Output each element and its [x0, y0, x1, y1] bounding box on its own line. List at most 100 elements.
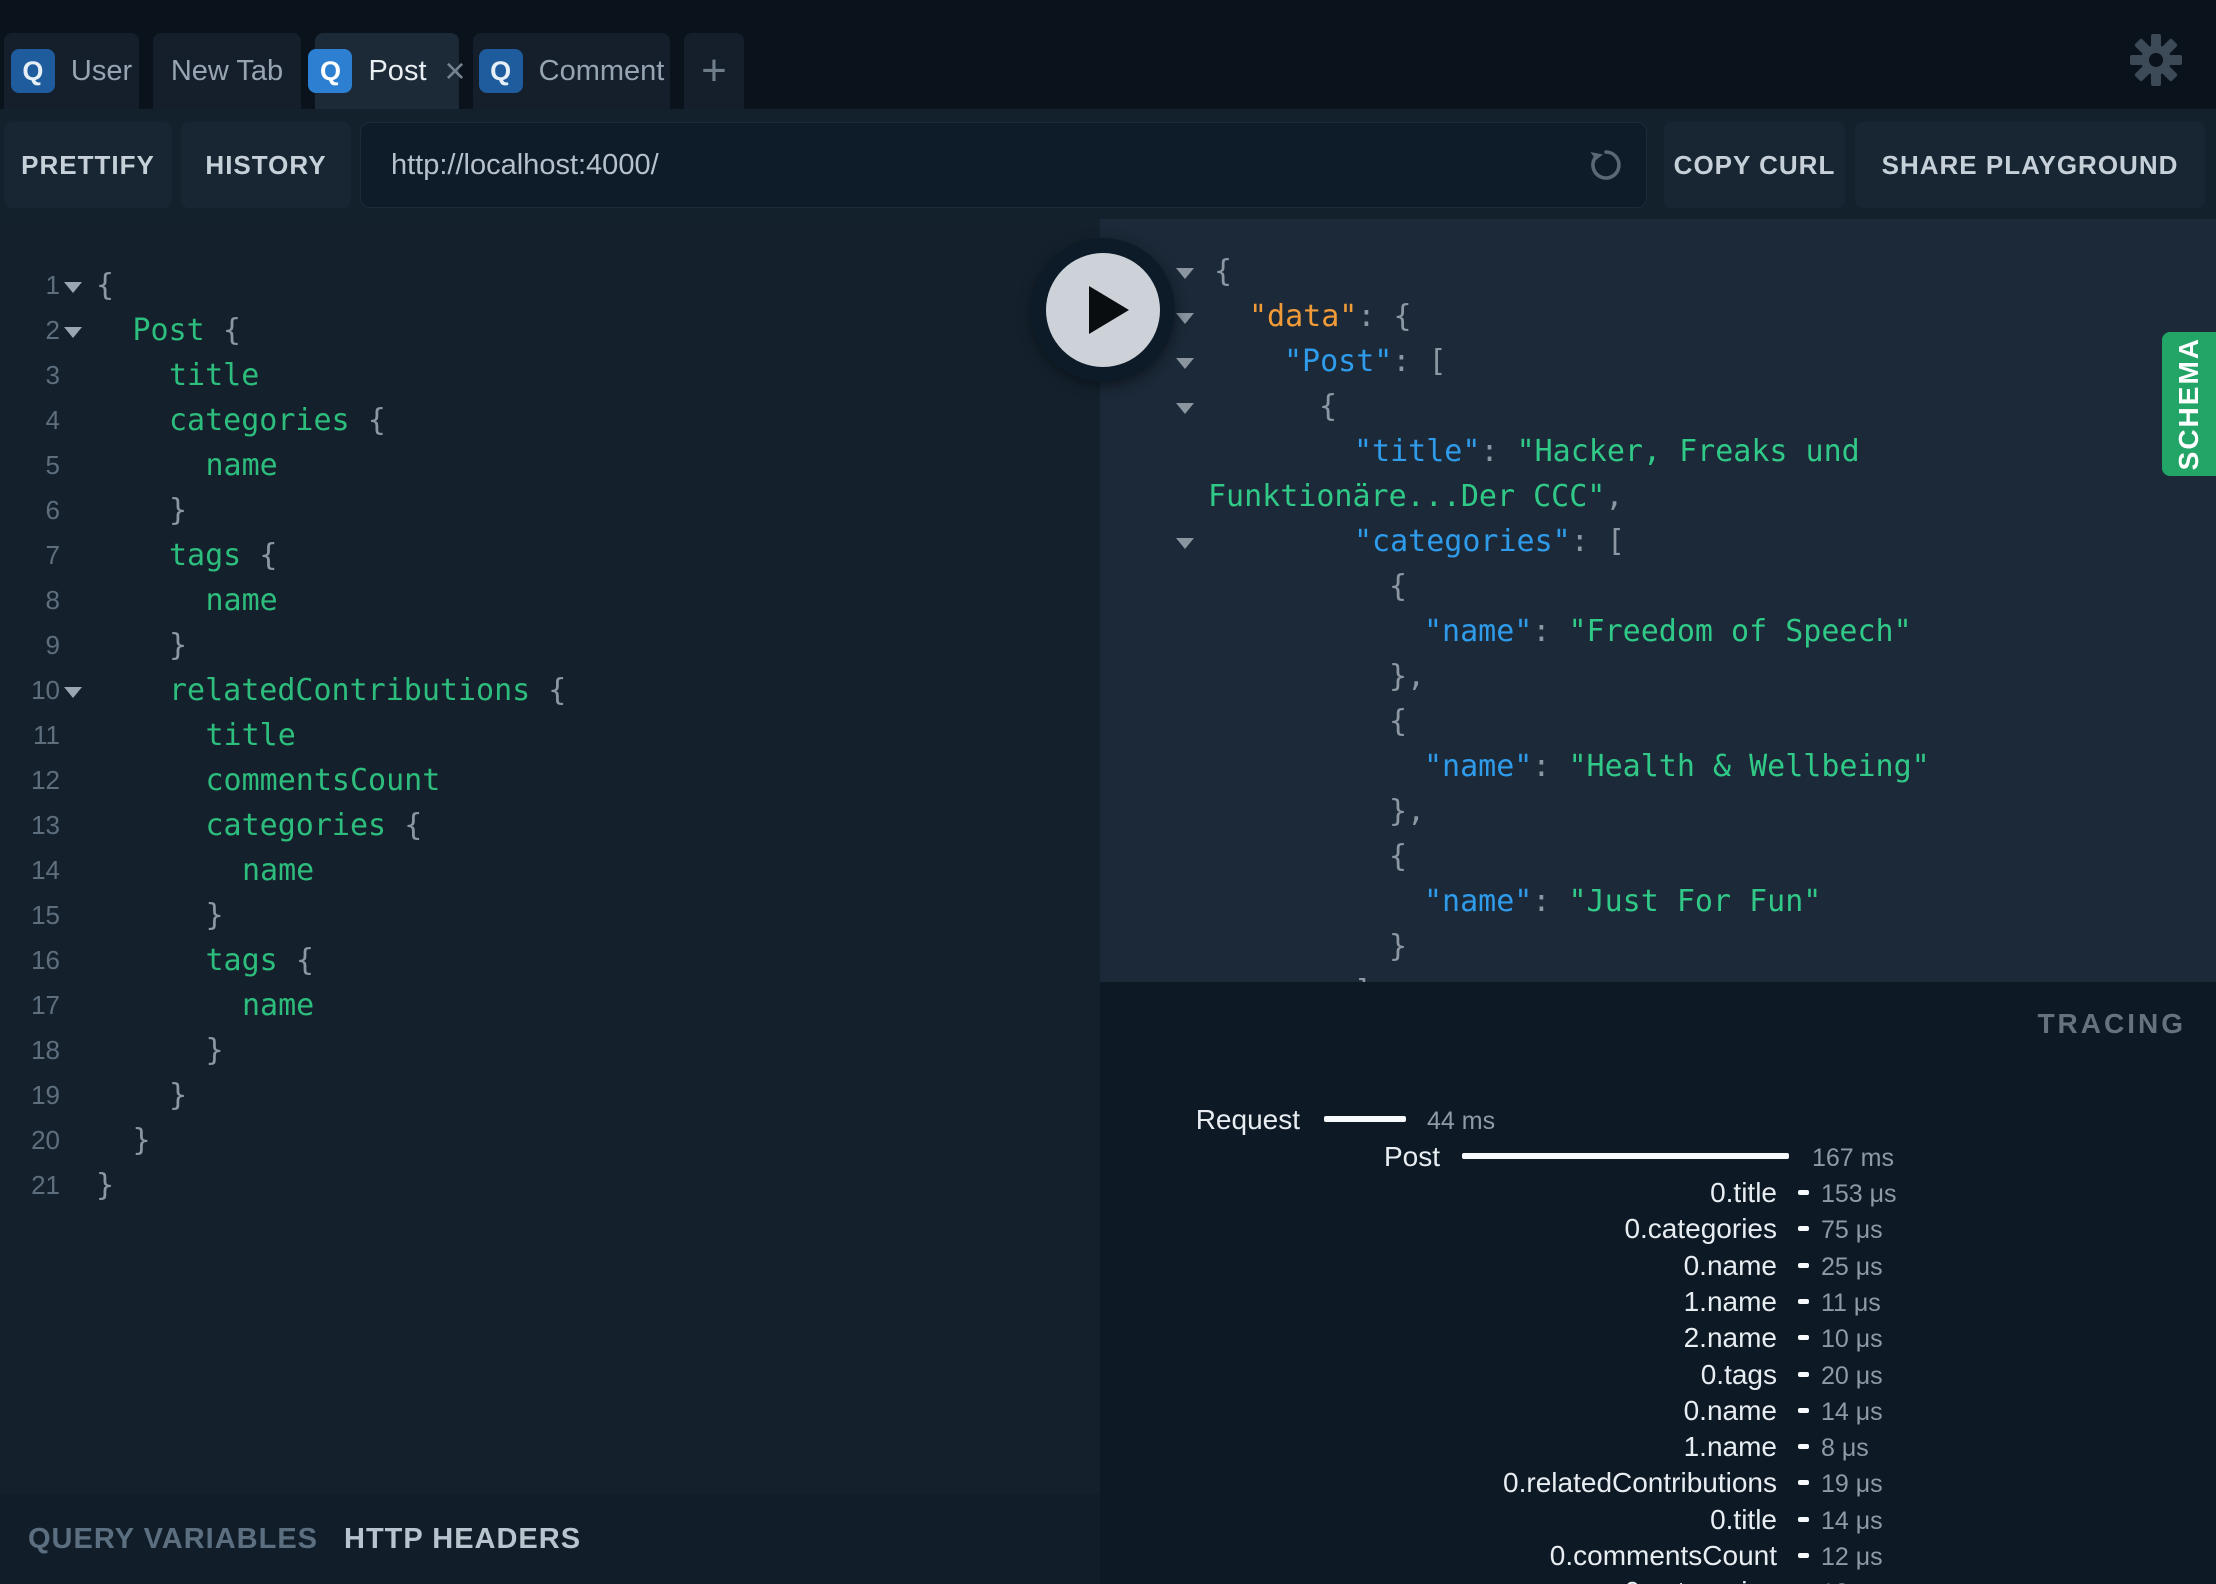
- response-code-text: "title": "Hacker, Freaks und: [1354, 429, 1860, 474]
- tracing-row: 0.name 14 μs: [1100, 1392, 2216, 1428]
- fold-arrow-icon[interactable]: [64, 687, 82, 698]
- code-token: name: [242, 988, 315, 1023]
- fold-arrow-icon[interactable]: [64, 282, 82, 293]
- code-token: name: [242, 853, 315, 888]
- tab-new-tab[interactable]: New Tab: [153, 33, 301, 109]
- response-line: },: [1100, 654, 2216, 699]
- tab-comment[interactable]: Q Comment: [473, 33, 670, 109]
- code-token: {: [295, 943, 314, 978]
- editor-code-text: }: [169, 623, 187, 668]
- line-number: 1: [45, 270, 60, 300]
- response-code-text: {: [1389, 699, 1407, 744]
- share-playground-button[interactable]: SHARE PLAYGROUND: [1855, 122, 2205, 208]
- editor-line: 17 name: [0, 983, 1100, 1028]
- collapse-arrow-icon[interactable]: [1176, 268, 1194, 279]
- line-number: 18: [31, 1035, 60, 1065]
- code-token: {: [1389, 569, 1408, 604]
- response-line: "categories": [: [1100, 519, 2216, 564]
- editor-line: 18}: [0, 1028, 1100, 1073]
- collapse-arrow-icon[interactable]: [1176, 313, 1194, 324]
- line-number: 10: [31, 675, 60, 705]
- fold-arrow-icon[interactable]: [64, 327, 82, 338]
- close-tab-icon[interactable]: ×: [445, 53, 466, 89]
- editor-line: 10 relatedContributions {: [0, 668, 1100, 713]
- code-token: name: [205, 448, 278, 483]
- editor-line: 11 title: [0, 713, 1100, 758]
- editor-line: 3 title: [0, 353, 1100, 398]
- response-code-text: }: [1389, 924, 1407, 969]
- code-token: }: [205, 1033, 224, 1068]
- new-tab-button[interactable]: +: [684, 33, 744, 109]
- code-token: {: [222, 313, 241, 348]
- copy-curl-button[interactable]: COPY CURL: [1664, 122, 1845, 208]
- editor-footer: QUERY VARIABLES HTTP HEADERS: [0, 1494, 1100, 1584]
- editor-line: 16 tags {: [0, 938, 1100, 983]
- tracing-duration-bar: [1798, 1371, 1809, 1377]
- tracing-duration-bar: [1798, 1298, 1809, 1304]
- editor-line: 5 name: [0, 443, 1100, 488]
- tracing-row: 1.name 8 μs: [1100, 1428, 2216, 1464]
- editor-code-text: }: [206, 893, 224, 938]
- tracing-title: TRACING: [2037, 1008, 2186, 1039]
- collapse-arrow-icon[interactable]: [1176, 358, 1194, 369]
- tab-user[interactable]: Q User: [4, 33, 139, 109]
- schema-side-tab[interactable]: SCHEMA: [2162, 332, 2216, 476]
- code-token: }: [169, 493, 188, 528]
- code-token: Funktionäre...Der CCC": [1208, 479, 1606, 514]
- editor-code-text: Post {: [133, 308, 241, 353]
- execute-query-button[interactable]: [1031, 238, 1175, 382]
- editor-line: 15}: [0, 893, 1100, 938]
- prettify-button[interactable]: PRETTIFY: [4, 122, 172, 208]
- editor-code-text: categories {: [206, 803, 423, 848]
- tab-bar: Q User New Tab Q Post × Q Comment +: [4, 33, 744, 109]
- tab-post[interactable]: Q Post ×: [308, 33, 466, 109]
- toolbar: PRETTIFY HISTORY COPY CURL SHARE PLAYGRO…: [0, 109, 2216, 219]
- reload-icon[interactable]: [1576, 122, 1636, 208]
- editor-line: 20}: [0, 1118, 1100, 1163]
- history-button[interactable]: HISTORY: [181, 122, 351, 208]
- query-variables-tab[interactable]: QUERY VARIABLES: [28, 1523, 318, 1556]
- collapse-arrow-icon[interactable]: [1176, 538, 1194, 549]
- code-token: :: [1357, 299, 1394, 334]
- tab-label: User: [70, 54, 133, 87]
- response-code-text: Funktionäre...Der CCC",: [1208, 474, 1623, 519]
- editor-code-text: name: [242, 848, 314, 893]
- tracing-resolver-label: 1.name: [1683, 1431, 1777, 1463]
- tracing-duration-bar: [1798, 1335, 1809, 1341]
- line-number: 2: [45, 315, 60, 345]
- query-badge-icon: Q: [478, 49, 523, 93]
- editor-line: 7 tags {: [0, 533, 1100, 578]
- code-token: {: [404, 808, 423, 843]
- editor-code-text: }: [96, 1163, 114, 1208]
- response-code-text: {: [1319, 384, 1337, 429]
- collapse-arrow-icon[interactable]: [1176, 403, 1194, 414]
- code-token: "title": [1354, 434, 1481, 469]
- line-number: 5: [45, 450, 60, 480]
- code-token: "categories": [1354, 524, 1571, 559]
- response-code-text: {: [1389, 834, 1407, 879]
- tracing-duration-value: 167 ms: [1812, 1144, 1894, 1172]
- tracing-resolver-label: 0.name: [1683, 1249, 1777, 1281]
- code-token: [: [1428, 344, 1447, 379]
- line-number: 7: [45, 540, 60, 570]
- tracing-duration-bar: [1798, 1553, 1809, 1558]
- query-editor[interactable]: 1{2 Post {3 title 4 categories {5 name 6} 7 tags…: [0, 219, 1100, 1494]
- http-headers-tab[interactable]: HTTP HEADERS: [344, 1523, 581, 1556]
- code-token: commentsCount: [205, 763, 441, 798]
- code-token: :: [1532, 614, 1569, 649]
- code-token: {: [1214, 254, 1233, 289]
- editor-line: 4 categories {: [0, 398, 1100, 443]
- response-code-text: "Post": [: [1284, 339, 1447, 384]
- response-line: {: [1100, 564, 2216, 609]
- endpoint-url-input[interactable]: [360, 122, 1647, 208]
- tracing-duration-value: 13 μs: [1821, 1579, 1883, 1584]
- code-token: {: [1393, 299, 1412, 334]
- tracing-duration-value: 8 μs: [1821, 1434, 1869, 1463]
- settings-gear-icon[interactable]: [2128, 32, 2184, 88]
- editor-line: 1{: [0, 263, 1100, 308]
- code-token: {: [1389, 704, 1408, 739]
- tab-label: New Tab: [170, 54, 284, 87]
- code-token: },: [1389, 659, 1426, 694]
- line-number: 13: [31, 810, 60, 840]
- response-code-text: "data": {: [1249, 294, 1412, 339]
